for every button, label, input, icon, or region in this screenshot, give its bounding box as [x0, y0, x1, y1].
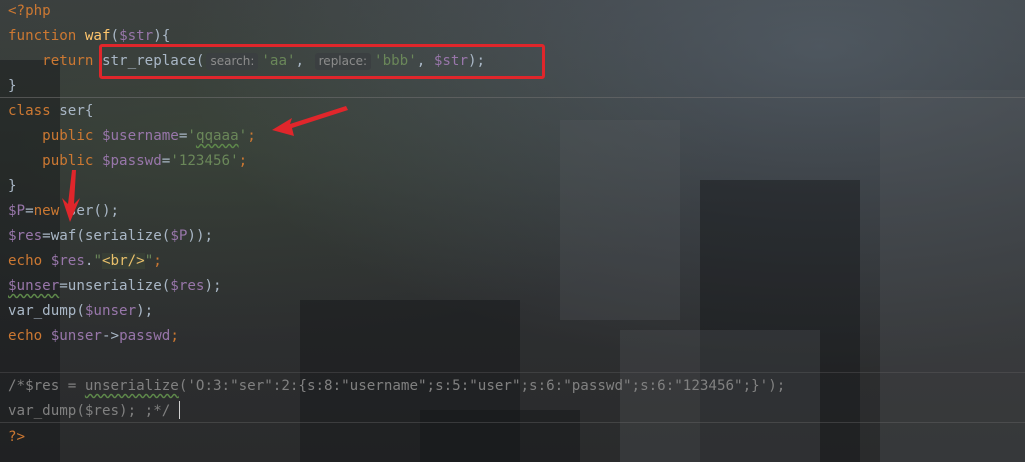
token: = [25, 203, 34, 219]
property: $passwd [101, 153, 162, 169]
brace: } [8, 78, 17, 94]
code-line-6: public $username='qqaaa'; [8, 126, 256, 146]
code-line-18: ?> [8, 427, 25, 447]
code-line-4: } [8, 76, 17, 96]
variable: $res [8, 228, 43, 244]
line-separator [0, 422, 1025, 423]
variable: $str [119, 28, 154, 44]
string-quote: " [144, 253, 154, 269]
function-call: var_dump( [8, 303, 85, 319]
code-line-11: echo $res."<br/>"; [8, 251, 162, 271]
keyword: new [33, 203, 60, 219]
property: passwd [119, 328, 171, 344]
code-line-1: <?php [8, 1, 51, 21]
code-line-2: function waf($str){ [8, 26, 170, 46]
token: ){ [153, 28, 171, 44]
code-line-17: var_dump($res); ;*/ [8, 401, 170, 421]
code-line-14: echo $unser->passwd; [8, 326, 179, 346]
code-line-5: class ser{ [8, 101, 93, 121]
semicolon: ; [247, 128, 256, 144]
code-line-13: var_dump($unser); [8, 301, 153, 321]
keyword: echo [8, 328, 43, 344]
variable: $res [170, 278, 205, 294]
comment: /*$res = [8, 378, 85, 394]
keyword: public [42, 153, 94, 169]
highlight-box [99, 44, 545, 79]
semicolon: ; [153, 253, 162, 269]
code-line-8: } [8, 176, 17, 196]
php-close-tag: ?> [8, 429, 26, 445]
line-separator [0, 372, 1025, 373]
comment: ('O:3:"ser":2:{s:8:"username";s:5:"user"… [178, 378, 786, 394]
function-call: unserialize( [67, 278, 171, 294]
token: = [42, 228, 51, 244]
code-line-10: $res=waf(serialize($P)); [8, 226, 213, 246]
variable: $P [8, 203, 26, 219]
semicolon: ; [170, 328, 179, 344]
keyword: function [8, 28, 77, 44]
token: -> [101, 328, 120, 344]
code-line-12: $unser=unserialize($res); [8, 276, 222, 296]
variable: $res [50, 253, 85, 269]
string-quote: ' [238, 128, 248, 144]
string-literal: qqaaa [195, 128, 239, 144]
string-quote: ' [187, 128, 196, 144]
code-line-16: /*$res = unserialize('O:3:"ser":2:{s:8:"… [8, 376, 785, 396]
keyword: public [42, 128, 94, 144]
brace: } [8, 178, 17, 194]
keyword: return [42, 53, 94, 69]
variable: $unser [50, 328, 102, 344]
variable: $unser [8, 278, 60, 294]
string-literal: '123456' [170, 153, 239, 169]
text-cursor [179, 401, 180, 419]
variable: $unser [84, 303, 137, 319]
string-quote: " [93, 253, 102, 269]
class-name: ser{ [59, 103, 94, 119]
method-separator [0, 97, 1025, 98]
code-line-7: public $passwd='123456'; [8, 151, 247, 171]
semicolon: ; [238, 153, 248, 169]
php-open-tag: <?php [8, 3, 51, 19]
function-name: waf [84, 28, 111, 44]
token: ); [136, 303, 154, 319]
function-call: waf(serialize( [50, 228, 171, 244]
comment: var_dump($res); ;*/ [8, 403, 171, 419]
token: ( [110, 28, 120, 44]
keyword: echo [8, 253, 43, 269]
annotation-arrow-icon [272, 106, 348, 136]
property: $username [101, 128, 179, 144]
comment: unserialize [84, 378, 179, 394]
token: = [59, 278, 68, 294]
token: )); [187, 228, 214, 244]
keyword: class [8, 103, 51, 119]
variable: $P [170, 228, 188, 244]
html-tag: <br/> [101, 253, 145, 269]
token: ); [204, 278, 222, 294]
annotation-arrow-down-icon [62, 170, 80, 222]
